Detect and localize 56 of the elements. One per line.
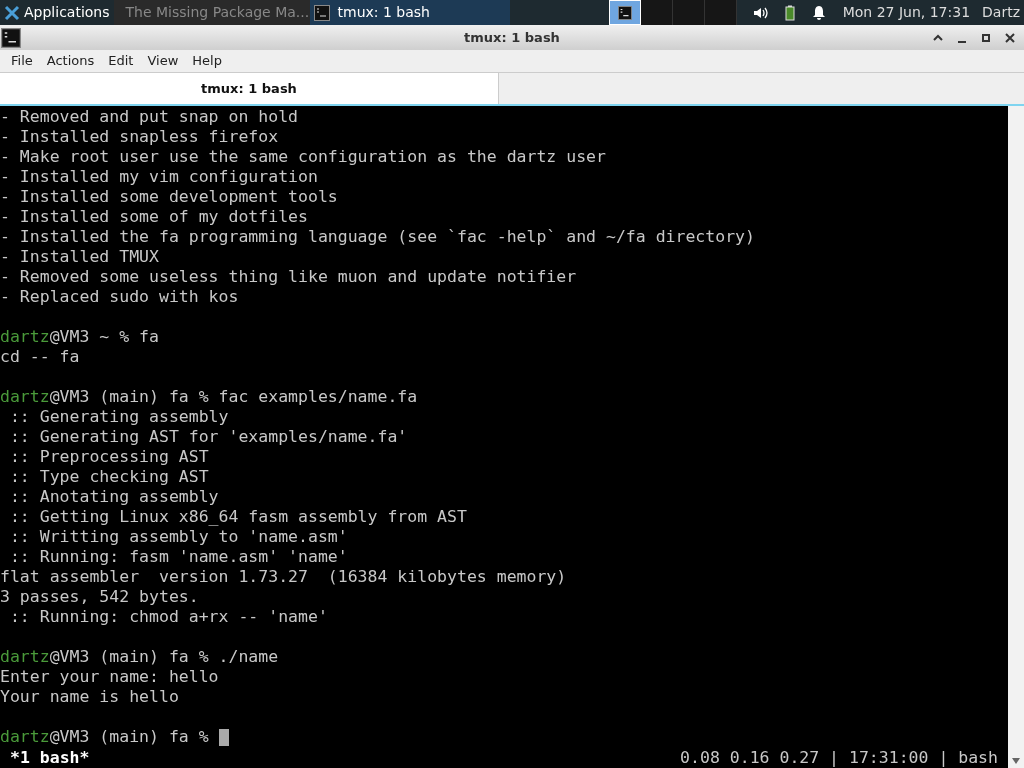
prompt-user: dartz bbox=[0, 647, 50, 667]
menu-item[interactable]: View bbox=[140, 51, 186, 71]
menu-item[interactable]: Actions bbox=[39, 51, 102, 71]
window-title: tmux: 1 bash bbox=[464, 28, 560, 47]
tmux-status-right: 0.08 0.16 0.27 | 17:31:00 | bash bbox=[680, 748, 999, 768]
close-icon[interactable] bbox=[1004, 31, 1016, 44]
terminal-line: - Installed my vim configuration bbox=[0, 167, 318, 186]
scroll-down-icon[interactable] bbox=[1012, 758, 1020, 764]
window-thumbnail-icon bbox=[617, 5, 632, 20]
terminal-line: - Removed some useless thing like muon and update notifier bbox=[0, 267, 577, 286]
terminal-line: @VM3 (main) fa % ./name bbox=[49, 647, 279, 667]
terminal-line: Your name is hello bbox=[0, 687, 179, 706]
terminal-line: :: Anotating assembly bbox=[8, 487, 219, 506]
clock[interactable]: Mon 27 Jun, 17:31 bbox=[842, 2, 983, 23]
applications-menu[interactable]: Applications bbox=[0, 0, 114, 25]
desktop-pager[interactable] bbox=[640, 0, 673, 25]
terminal-line: :: Writting assembly to 'name.asm' bbox=[8, 527, 348, 546]
x-logo-icon bbox=[4, 4, 20, 21]
terminal-line: - Installed the fa programming language (see `fac -help` and ~/fa directory) bbox=[0, 227, 755, 246]
menu-item[interactable]: Edit bbox=[101, 51, 141, 71]
user-name[interactable]: Dartz bbox=[982, 2, 1024, 23]
taskbar-task[interactable]: tmux: 1 bash bbox=[309, 0, 510, 25]
prompt-user: dartz bbox=[0, 327, 50, 347]
terminal-line: @VM3 (main) fa % bbox=[49, 727, 210, 747]
menu-item[interactable]: File bbox=[4, 51, 40, 71]
terminal-line: :: Running: chmod a+rx -- 'name' bbox=[8, 607, 328, 626]
terminal-line: @VM3 ~ % fa bbox=[49, 327, 159, 347]
terminal-line: 3 passes, 542 bytes. bbox=[0, 587, 199, 606]
tmux-window-status: *1 bash* bbox=[9, 748, 90, 768]
tab[interactable]: tmux: 1 bash bbox=[0, 73, 499, 104]
maximize-icon[interactable] bbox=[980, 31, 992, 44]
terminal-line: :: Running: fasm 'name.asm' 'name' bbox=[8, 547, 348, 566]
terminal-line: :: Generating assembly bbox=[8, 407, 229, 426]
terminal-line: - Replaced sudo with kos bbox=[0, 287, 239, 306]
terminal-line: cd -- fa bbox=[0, 347, 80, 366]
terminal-line: Enter your name: hello bbox=[0, 667, 219, 686]
battery-icon[interactable] bbox=[784, 4, 795, 21]
terminal-icon bbox=[313, 4, 330, 21]
terminal-line: @VM3 (main) fa % fac examples/name.fa bbox=[49, 387, 418, 407]
terminal-line: - Installed TMUX bbox=[0, 247, 159, 266]
terminal-line: - Installed some of my dotfiles bbox=[0, 207, 308, 226]
terminal-line: - Installed snapless firefox bbox=[0, 127, 279, 146]
terminal-line: :: Preprocessing AST bbox=[8, 447, 209, 466]
terminal-icon bbox=[1, 27, 21, 48]
terminal-line: :: Type checking AST bbox=[8, 467, 209, 486]
terminal-line: - Removed and put snap on hold bbox=[0, 107, 298, 126]
terminal-line: flat assembler version 1.73.27 (16384 kilobytes memory) bbox=[0, 567, 567, 586]
terminal-line: :: Getting Linux x86_64 fasm assembly from AST bbox=[8, 507, 467, 526]
terminal-line: - Make root user use the same configuration as the dartz user bbox=[0, 147, 606, 166]
scrollbar[interactable] bbox=[1008, 106, 1024, 768]
prompt-user: dartz bbox=[0, 387, 50, 407]
menu-item[interactable]: Help bbox=[185, 51, 229, 71]
terminal-line: :: Generating AST for 'examples/name.fa' bbox=[8, 427, 408, 446]
terminal-line: - Installed some development tools bbox=[0, 187, 338, 206]
taskbar-task[interactable]: The Missing Package Ma... bbox=[113, 0, 310, 25]
prompt-user: dartz bbox=[0, 727, 50, 747]
